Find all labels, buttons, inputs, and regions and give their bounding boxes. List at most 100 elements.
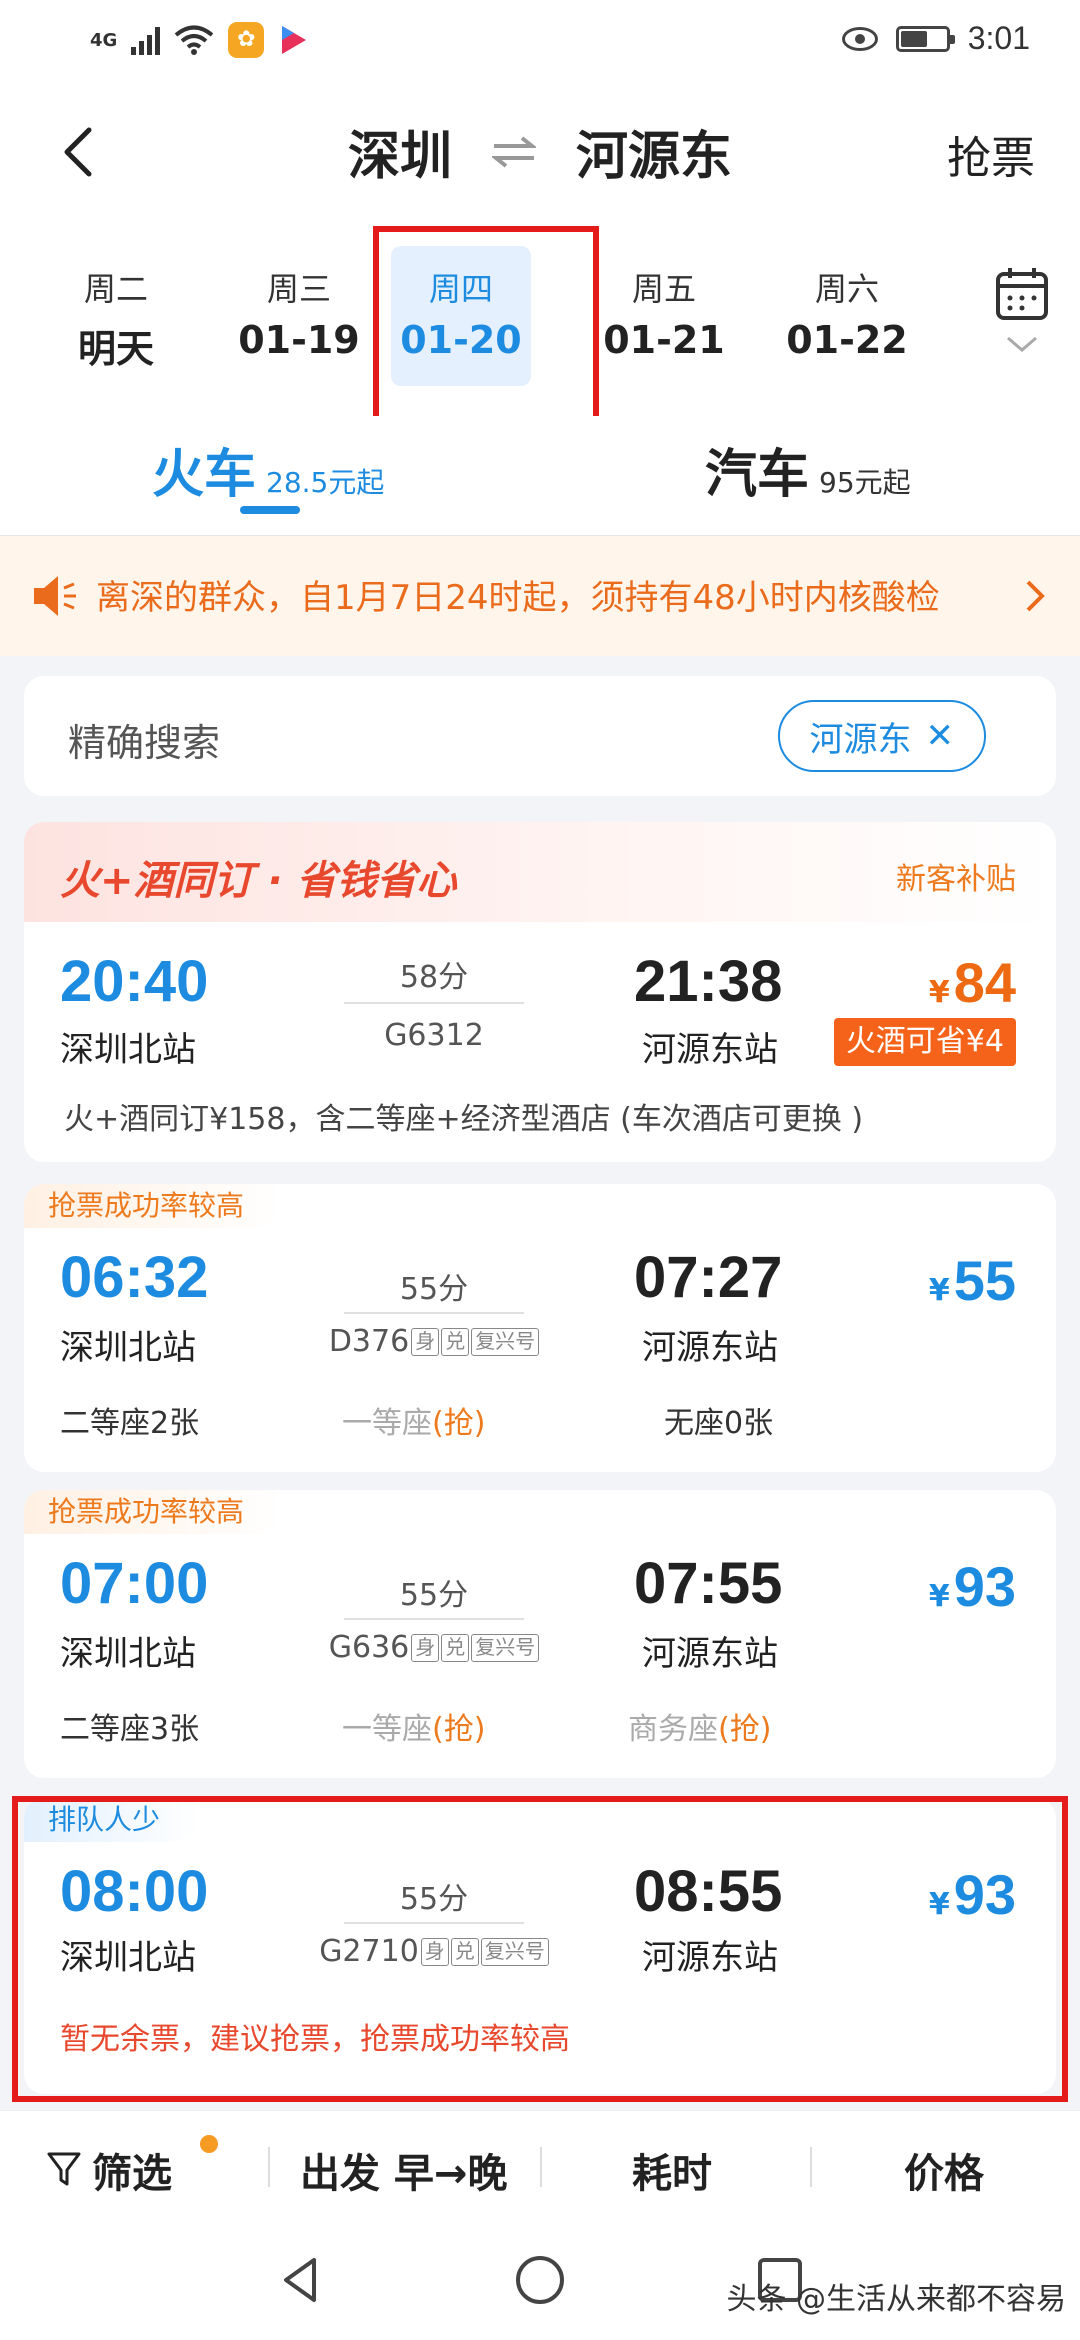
train-number-label: G6312 bbox=[384, 1018, 484, 1053]
search-card: 精确搜索 河源东 ✕ bbox=[24, 676, 1056, 796]
chevron-right-icon[interactable] bbox=[1020, 576, 1050, 616]
date-weekday: 周二 bbox=[83, 270, 148, 308]
id-card-icon: 身 bbox=[411, 1633, 440, 1662]
close-icon[interactable]: ✕ bbox=[926, 716, 955, 756]
header: 深圳 河源东 抢票 bbox=[0, 86, 1080, 216]
arrival-time: 21:38 bbox=[634, 949, 783, 1014]
nav-home-icon[interactable] bbox=[510, 2250, 570, 2310]
system-nav-bar: 头条 @生活从来都不容易 bbox=[0, 2220, 1080, 2340]
train-number: D376 身 兑 复兴号 bbox=[264, 1324, 604, 1359]
price-value: 84 bbox=[953, 951, 1016, 1014]
chip-label: 河源东 bbox=[809, 719, 912, 760]
date-item[interactable]: 周五 01-21 bbox=[594, 246, 734, 386]
divider bbox=[810, 2147, 812, 2187]
arrival-station: 河源东站 bbox=[642, 1328, 778, 1368]
train-number-label: D376 bbox=[328, 1324, 410, 1359]
date-weekday: 周三 bbox=[266, 270, 331, 308]
train-card[interactable]: 抢票成功率较高 07:00 55分 07:55 ¥ 93 深圳北站 G636 身… bbox=[24, 1490, 1056, 1778]
currency-symbol: ¥ bbox=[928, 1273, 950, 1308]
to-city[interactable]: 河源东 bbox=[576, 114, 732, 189]
promo-train-card[interactable]: 火+酒同订 · 省钱省心 新客补贴 20:40 58分 21:38 ¥ 84 深… bbox=[24, 822, 1056, 1162]
redeem-icon: 兑 bbox=[441, 1327, 470, 1356]
wifi-icon bbox=[175, 25, 214, 55]
filter-button[interactable]: 筛选 bbox=[46, 2141, 172, 2199]
tab-active-indicator bbox=[240, 506, 300, 514]
notice-text: 离深的群众，自1月7日24时起，须持有48小时内核酸检 bbox=[96, 578, 940, 618]
speaker-icon bbox=[34, 576, 76, 616]
search-label: 精确搜索 bbox=[68, 721, 221, 765]
price: ¥ 84 bbox=[929, 950, 1016, 1015]
network-label: 4G bbox=[90, 29, 118, 51]
eye-comfort-icon bbox=[841, 26, 878, 51]
status-bar: 4G ✿ 3:01 bbox=[0, 0, 1080, 86]
clock: 3:01 bbox=[967, 20, 1030, 56]
id-card-icon: 身 bbox=[411, 1327, 440, 1356]
tab-train-label: 火车 bbox=[152, 445, 257, 505]
date-item[interactable]: 周六 01-22 bbox=[777, 246, 917, 386]
calendar-icon[interactable] bbox=[994, 266, 1050, 322]
departure-time: 20:40 bbox=[60, 949, 209, 1014]
sort-departure-label: 出发 早→晚 bbox=[300, 2151, 508, 2197]
duration: 55分 bbox=[399, 1578, 469, 1613]
grab-mark: (抢) bbox=[718, 1712, 772, 1747]
grab-ticket-button[interactable]: 抢票 bbox=[947, 122, 1035, 186]
from-city[interactable]: 深圳 bbox=[348, 114, 452, 189]
grab-mark: (抢) bbox=[432, 1406, 486, 1441]
duration-line bbox=[344, 1618, 524, 1620]
highlight-box-train bbox=[12, 1796, 1068, 2102]
date-value: 明天 bbox=[77, 327, 154, 371]
departure-station: 深圳北站 bbox=[60, 1634, 196, 1674]
status-badge: 抢票成功率较高 bbox=[24, 1490, 285, 1534]
tab-bus[interactable]: 汽车 95元起 bbox=[705, 432, 911, 507]
signal-icon bbox=[131, 25, 161, 55]
notice-banner[interactable]: 离深的群众，自1月7日24时起，须持有48小时内核酸检 bbox=[0, 536, 1080, 656]
seat-info: 二等座2张 bbox=[60, 1406, 200, 1441]
duration-line bbox=[344, 1002, 524, 1004]
status-left: 4G ✿ bbox=[90, 22, 310, 58]
date-value: 01-22 bbox=[786, 318, 908, 362]
arrival-time: 07:55 bbox=[634, 1551, 783, 1616]
route-title: 深圳 河源东 bbox=[0, 114, 1080, 189]
grab-mark: (抢) bbox=[432, 1712, 486, 1747]
date-value: 01-19 bbox=[238, 318, 360, 362]
promo-subtitle: 新客补贴 bbox=[896, 862, 1016, 897]
nav-back-icon[interactable] bbox=[272, 2250, 332, 2310]
date-item[interactable]: 周三 01-19 bbox=[229, 246, 369, 386]
sort-price-button[interactable]: 价格 bbox=[904, 2141, 984, 2199]
battery-icon bbox=[895, 25, 955, 52]
divider bbox=[268, 2147, 270, 2187]
transport-tabs: 火车 28.5元起 汽车 95元起 bbox=[0, 416, 1080, 536]
swap-icon[interactable] bbox=[492, 134, 536, 170]
sort-duration-button[interactable]: 耗时 bbox=[632, 2141, 712, 2199]
tab-bus-label: 汽车 bbox=[705, 445, 810, 505]
sort-departure-button[interactable]: 出发 早→晚 bbox=[300, 2141, 507, 2199]
tab-train[interactable]: 火车 28.5元起 bbox=[152, 432, 384, 507]
arrival-time: 07:27 bbox=[634, 1245, 783, 1310]
station-filter-chip[interactable]: 河源东 ✕ bbox=[777, 700, 986, 772]
video-app-icon bbox=[282, 26, 307, 54]
tab-bus-price: 95元起 bbox=[819, 466, 911, 499]
departure-station: 深圳北站 bbox=[60, 1030, 196, 1070]
sort-bar: 筛选 出发 早→晚 耗时 价格 bbox=[0, 2110, 1080, 2220]
save-badge: 火酒可省¥4 bbox=[833, 1018, 1016, 1066]
duration: 55分 bbox=[399, 1272, 469, 1307]
app-notification-icon: ✿ bbox=[228, 22, 265, 58]
date-item[interactable]: 周二 明天 bbox=[46, 246, 186, 386]
date-value: 01-21 bbox=[603, 318, 725, 362]
status-right: 3:01 bbox=[841, 20, 1030, 57]
train-card[interactable]: 抢票成功率较高 06:32 55分 07:27 ¥ 55 深圳北站 D376 身… bbox=[24, 1184, 1056, 1472]
filter-dot bbox=[200, 2135, 218, 2153]
fuxing-badge: 复兴号 bbox=[471, 1327, 540, 1356]
currency-symbol: ¥ bbox=[928, 975, 950, 1010]
chevron-down-icon[interactable] bbox=[1004, 334, 1040, 354]
price: ¥ 55 bbox=[929, 1248, 1016, 1313]
watermark: 头条 @生活从来都不容易 bbox=[726, 2282, 1066, 2317]
sort-price-label: 价格 bbox=[904, 2151, 984, 2197]
sort-duration-label: 耗时 bbox=[632, 2151, 712, 2197]
highlight-box-date bbox=[373, 226, 599, 434]
seat-info: 无座0张 bbox=[664, 1406, 774, 1441]
fuxing-badge: 复兴号 bbox=[471, 1633, 540, 1662]
duration-line bbox=[344, 1312, 524, 1314]
filter-icon bbox=[47, 2152, 81, 2186]
promo-title: 火+酒同订 · 省钱省心 bbox=[60, 858, 457, 904]
